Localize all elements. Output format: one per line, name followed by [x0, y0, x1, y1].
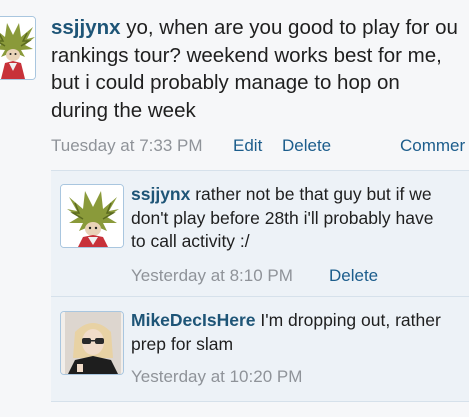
user-avatar-icon	[0, 17, 35, 79]
comment-author-link[interactable]: MikeDecIsHere	[131, 310, 256, 330]
comment-text-line-1: rather not be that guy but if we	[195, 184, 432, 204]
comment-author-link[interactable]: ssjjynx	[131, 184, 190, 204]
post-timestamp[interactable]: Tuesday at 7:33 PM	[51, 136, 203, 156]
post-text-line-1: yo, when are you good to play for ou	[126, 16, 458, 39]
comment-text-line-2: prep for slam	[131, 333, 234, 354]
post-body: ssjjynx yo, when are you good to play fo…	[51, 14, 469, 124]
profile-post: ssjjynx yo, when are you good to play fo…	[0, 0, 469, 170]
comment-item: ssjjynx rather not be that guy but if we…	[51, 170, 469, 297]
comment-text-line-2: don't play before 28th i'll probably hav…	[131, 207, 434, 228]
avatar[interactable]	[60, 184, 124, 248]
comment-text-line-1: I'm dropping out, rather	[260, 310, 441, 330]
delete-button[interactable]: Delete	[282, 136, 331, 156]
user-avatar-icon	[61, 185, 123, 247]
delete-button[interactable]: Delete	[329, 266, 378, 286]
comment-text-line-3: to call activity :/	[131, 231, 250, 251]
comment-body: MikeDecIsHere I'm dropping out, rather p…	[131, 309, 469, 356]
post-author-link[interactable]: ssjjynx	[51, 16, 121, 39]
post-text-line-3: but i could probably manage to hop on	[51, 71, 400, 94]
comment-timestamp[interactable]: Yesterday at 10:20 PM	[131, 367, 302, 387]
user-avatar-icon	[61, 312, 123, 374]
comment-item: MikeDecIsHere I'm dropping out, rather p…	[51, 296, 469, 402]
comment-button[interactable]: Commer	[400, 136, 465, 156]
comment-timestamp[interactable]: Yesterday at 8:10 PM	[131, 266, 293, 286]
comment-body: ssjjynx rather not be that guy but if we…	[131, 183, 469, 254]
edit-button[interactable]: Edit	[233, 136, 262, 156]
post-text-line-2: rankings tour? weekend works best for me…	[51, 43, 442, 67]
avatar[interactable]	[0, 16, 36, 80]
avatar[interactable]	[60, 311, 124, 375]
post-text-line-4: during the week	[51, 98, 196, 122]
